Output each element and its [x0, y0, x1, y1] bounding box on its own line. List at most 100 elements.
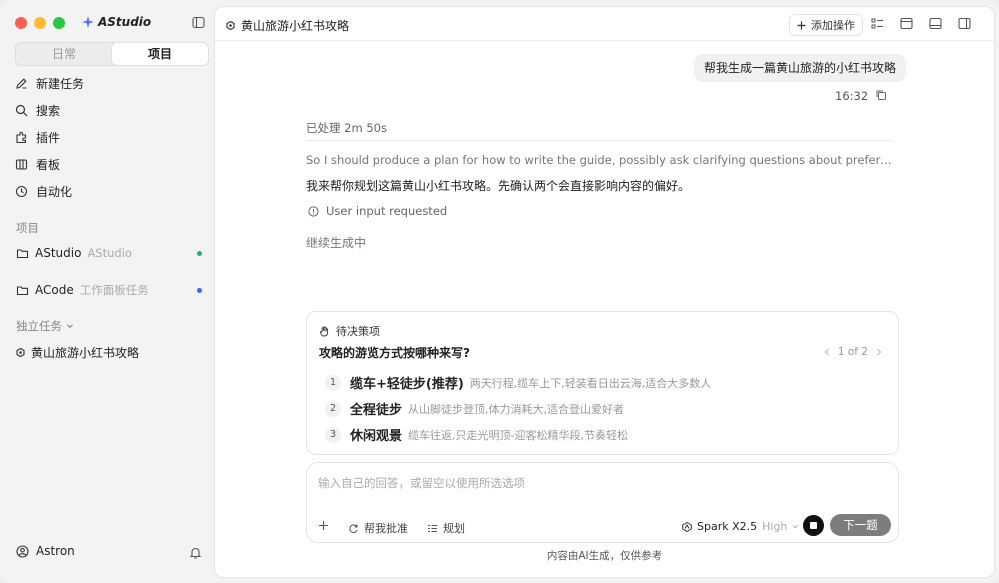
attach-button[interactable] — [318, 520, 329, 531]
project-name: ACode — [35, 283, 74, 297]
option-description: 缆车往返,只走光明顶-迎客松精华段,节奏轻松 — [408, 428, 628, 442]
option-2[interactable]: 2 全程徒步 从山脚徒步登顶,体力消耗大,适合登山爱好者 — [325, 399, 624, 418]
task-list-icon[interactable] — [871, 17, 884, 30]
zoom-window-button[interactable] — [53, 17, 65, 29]
window-controls — [15, 17, 65, 29]
nav-label: 插件 — [36, 131, 61, 145]
option-number: 3 — [325, 426, 341, 443]
notification-bell-icon[interactable] — [189, 546, 202, 562]
nav-automation[interactable]: 自动化 — [15, 178, 205, 205]
generation-status: 继续生成中 — [306, 236, 367, 250]
sidebar-toggle-icon[interactable] — [192, 16, 205, 29]
chevron-left-icon[interactable] — [824, 348, 830, 356]
project-acode[interactable]: ACode 工作面板任务 — [16, 280, 202, 300]
close-window-button[interactable] — [15, 17, 27, 29]
clock-icon — [15, 185, 28, 198]
option-title: 全程徒步 — [350, 403, 403, 418]
info-icon — [308, 205, 319, 217]
edit-icon — [16, 78, 27, 89]
pending-header-label: 待决策项 — [336, 325, 380, 338]
conversation-title-text: 黄山旅游小红书攻略 — [241, 19, 350, 33]
nav-label: 自动化 — [36, 185, 73, 199]
user-account[interactable]: Astron — [16, 544, 75, 558]
plugin-icon — [16, 131, 27, 144]
processing-duration[interactable]: 已处理 2m 50s — [306, 120, 387, 136]
option-number: 2 — [325, 400, 341, 417]
project-name: AStudio — [35, 246, 82, 260]
pending-header: 待决策项 — [319, 323, 380, 339]
task-status-icon — [16, 348, 25, 357]
model-selector[interactable]: Spark X2.5 High — [682, 520, 799, 533]
conversation-title: 黄山旅游小红书攻略 — [226, 17, 349, 34]
chevron-right-icon[interactable] — [876, 348, 882, 356]
option-3[interactable]: 3 休闲观景 缆车往返,只走光明顶-迎客松精华段,节奏轻松 — [325, 425, 628, 444]
sidebar-nav: 新建任务 搜索 插件 看板 自动化 — [15, 70, 205, 205]
model-logo-icon — [682, 521, 692, 532]
brand-logo: AStudio — [82, 15, 151, 29]
input-requested-text: User input requested — [326, 204, 448, 218]
pending-question: 攻略的游览方式按哪种来写? — [319, 346, 470, 360]
segment-daily[interactable]: 日常 — [16, 43, 112, 65]
add-action-button[interactable]: 添加操作 — [789, 14, 863, 36]
nav-new-task[interactable]: 新建任务 — [15, 70, 205, 97]
plus-icon — [797, 21, 806, 29]
brand-name: AStudio — [98, 15, 152, 29]
independent-tasks-toggle[interactable]: 独立任务 — [16, 318, 74, 334]
option-title: 休闲观景 — [350, 429, 403, 444]
nav-label: 新建任务 — [36, 77, 85, 91]
divider — [306, 140, 892, 141]
app-window: AStudio 日常 项目 新建任务 搜索 插件 看板 自动化 项目 AStud… — [0, 0, 999, 583]
nav-board[interactable]: 看板 — [15, 151, 205, 178]
message-timestamp: 16:32 — [835, 89, 869, 103]
chevron-down-icon — [67, 324, 73, 329]
main-panel: 黄山旅游小红书攻略 添加操作 帮我生成一篇黄山旅游的小红书攻略 16:32 已处… — [214, 6, 995, 578]
approve-label: 帮我批准 — [364, 522, 408, 535]
folder-icon — [16, 285, 29, 295]
independent-tasks-label: 独立任务 — [16, 319, 62, 333]
model-name: Spark X2.5 — [697, 520, 758, 533]
project-astudio[interactable]: AStudio AStudio — [16, 243, 202, 263]
folder-icon — [16, 248, 29, 258]
user-name: Astron — [36, 544, 75, 558]
board-icon — [15, 159, 28, 170]
task-name: 黄山旅游小红书攻略 — [31, 346, 140, 360]
task-status-icon — [226, 21, 235, 30]
next-question-button[interactable]: 下一题 — [830, 514, 891, 536]
option-description: 两天行程,缆车上下,轻装看日出云海,适合大多数人 — [469, 376, 712, 390]
add-action-label: 添加操作 — [811, 19, 855, 32]
question-pager: 1 of 2 — [824, 346, 882, 358]
search-icon — [15, 104, 28, 117]
task-item[interactable]: 黄山旅游小红书攻略 — [16, 344, 139, 361]
nav-plugins[interactable]: 插件 — [15, 124, 205, 151]
copy-icon[interactable] — [875, 89, 887, 101]
user-avatar-icon — [16, 544, 29, 558]
right-panel-icon[interactable] — [958, 17, 971, 30]
segment-projects[interactable]: 项目 — [112, 43, 208, 65]
project-subtitle: AStudio — [87, 246, 132, 260]
projects-section-label: 项目 — [16, 221, 39, 235]
refresh-icon — [349, 523, 358, 533]
nav-label: 搜索 — [36, 104, 61, 118]
browser-panel-icon[interactable] — [900, 17, 913, 30]
input-requested-status: User input requested — [308, 204, 447, 218]
nav-label: 看板 — [36, 158, 61, 172]
option-title: 缆车+轻徒步(推荐) — [350, 377, 464, 392]
plan-icon — [428, 524, 437, 532]
nav-search[interactable]: 搜索 — [15, 97, 205, 124]
chevron-down-icon — [793, 525, 799, 529]
option-1[interactable]: 1 缆车+轻徒步(推荐) 两天行程,缆车上下,轻装看日出云海,适合大多数人 — [325, 373, 711, 392]
stop-button[interactable] — [803, 515, 824, 536]
plan-button[interactable]: 规划 — [427, 520, 465, 536]
plan-label: 规划 — [443, 522, 465, 535]
model-level: High — [762, 520, 788, 533]
bottom-panel-icon[interactable] — [929, 17, 942, 30]
approve-button[interactable]: 帮我批准 — [348, 520, 408, 536]
answer-input[interactable]: 输入自己的回答，或留空以使用所选选项 — [318, 475, 525, 491]
reasoning-summary: So I should produce a plan for how to wr… — [306, 153, 896, 167]
project-status-dot — [197, 250, 202, 256]
option-number: 1 — [325, 374, 341, 391]
hand-icon — [319, 325, 329, 336]
pager-text: 1 of 2 — [837, 346, 868, 358]
project-subtitle: 工作面板任务 — [79, 283, 149, 297]
minimize-window-button[interactable] — [34, 17, 46, 29]
